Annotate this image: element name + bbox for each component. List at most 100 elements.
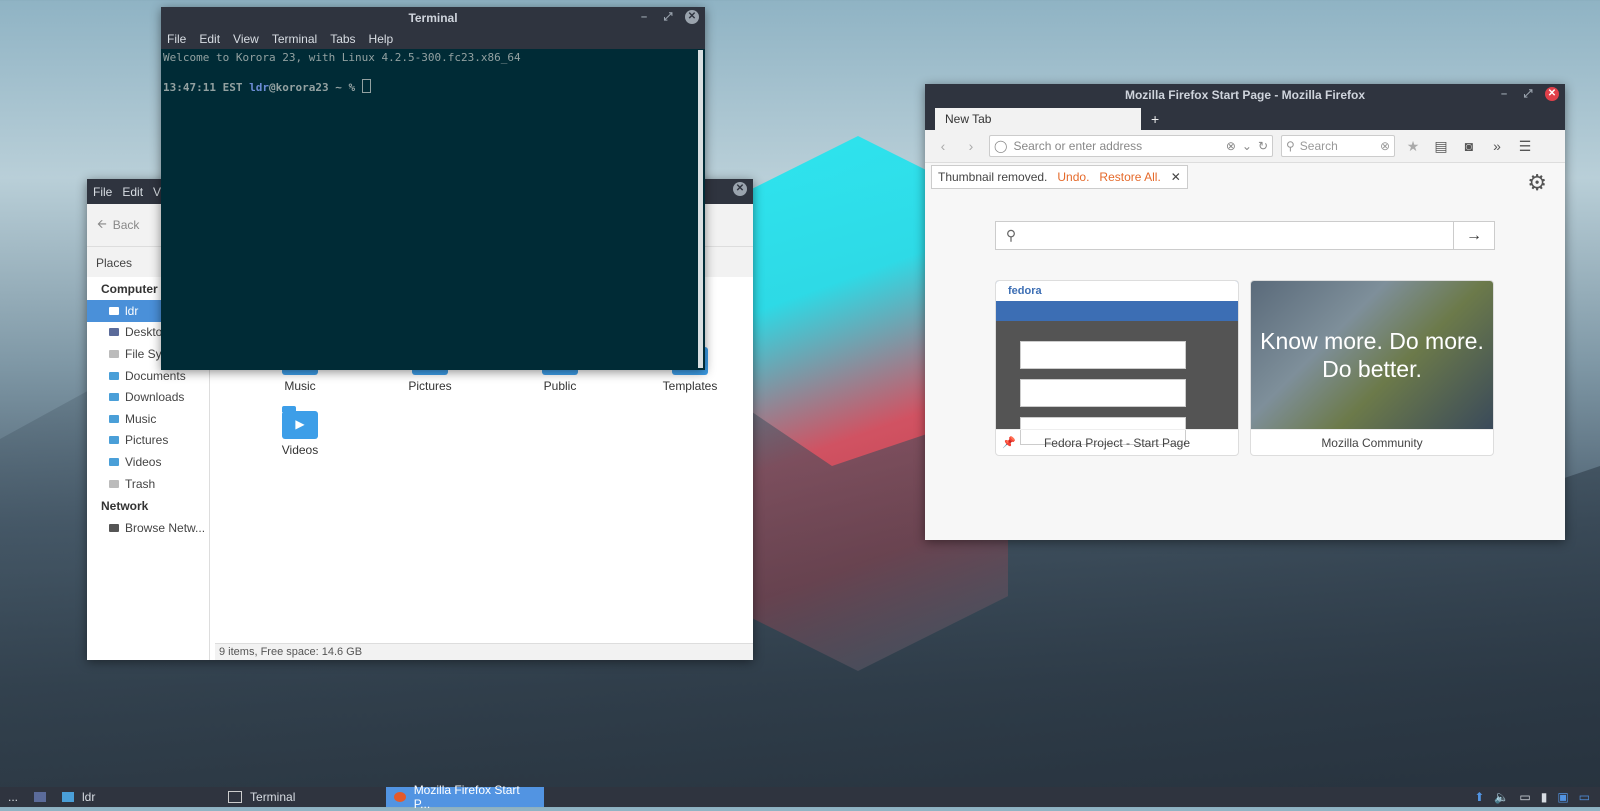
term-menu-view[interactable]: View bbox=[233, 32, 259, 46]
tile-title: Mozilla Community bbox=[1251, 429, 1493, 455]
workspace-2-icon[interactable]: ▭ bbox=[1579, 790, 1590, 804]
search-bar[interactable]: ⚲ Search ⊗ bbox=[1281, 135, 1395, 157]
settings-gear-icon[interactable]: ⚙ bbox=[1527, 170, 1547, 196]
term-menu-help[interactable]: Help bbox=[369, 32, 394, 46]
sidebar-item-downloads[interactable]: Downloads bbox=[87, 386, 209, 408]
terminal-window: Terminal – ⤢ ✕ File Edit View Terminal T… bbox=[161, 7, 705, 370]
system-tray: ⬆ 🔈 ▭ ▮ ▣ ▭ bbox=[1474, 790, 1600, 804]
search-icon: ⚲ bbox=[1286, 139, 1295, 153]
term-menu-terminal[interactable]: Terminal bbox=[272, 32, 317, 46]
dismiss-notice-icon[interactable]: ✕ bbox=[1171, 170, 1181, 184]
fedora-thumbnail: fedora bbox=[996, 281, 1238, 445]
pin-icon[interactable]: 📌 bbox=[1002, 430, 1016, 455]
url-bar[interactable]: ◯ Search or enter address ⊗ ⌄ ↻ bbox=[989, 135, 1273, 157]
tab-new-tab[interactable]: New Tab bbox=[935, 108, 1141, 130]
tile-fedora[interactable]: fedora 📌 Fedora Project - Start Page bbox=[995, 280, 1239, 456]
folder-icon bbox=[109, 414, 119, 423]
clipboard-icon[interactable]: ▮ bbox=[1541, 790, 1548, 804]
sidebar-item-music[interactable]: Music bbox=[87, 408, 209, 430]
thumbnail-removed-notice: Thumbnail removed. Undo. Restore All. ✕ bbox=[931, 165, 1188, 189]
reload-icon[interactable]: ↻ bbox=[1258, 139, 1268, 153]
task-ldr[interactable]: ldr bbox=[54, 787, 220, 807]
display-icon[interactable]: ▭ bbox=[1519, 790, 1530, 804]
pocket-icon[interactable]: ◙ bbox=[1459, 138, 1479, 154]
fm-menu-file[interactable]: File bbox=[93, 185, 112, 199]
fedora-logo: fedora bbox=[996, 281, 1238, 301]
hamburger-menu-icon[interactable]: ☰ bbox=[1515, 138, 1535, 155]
sidebar-item-trash[interactable]: Trash bbox=[87, 473, 209, 495]
clear-url-icon[interactable]: ⊗ bbox=[1226, 139, 1236, 153]
minimize-icon[interactable]: – bbox=[637, 10, 651, 24]
maximize-icon[interactable]: ⤢ bbox=[1521, 87, 1535, 101]
back-button[interactable]: 🡨 Back bbox=[97, 215, 139, 236]
restore-all-link[interactable]: Restore All. bbox=[1099, 170, 1160, 184]
terminal-body[interactable]: Welcome to Korora 23, with Linux 4.2.5-3… bbox=[161, 49, 705, 97]
thumbnail-overlay-text: Know more. Do more. Do better. bbox=[1260, 328, 1484, 382]
show-desktop-button[interactable] bbox=[26, 787, 54, 807]
drive-icon bbox=[109, 349, 119, 358]
maximize-icon[interactable]: ⤢ bbox=[661, 10, 675, 24]
app-menu-button[interactable]: ... bbox=[0, 787, 26, 807]
url-dropdown-chevron-icon[interactable]: ⌄ bbox=[1242, 139, 1252, 153]
forward-arrow-icon[interactable]: › bbox=[961, 138, 981, 154]
bookmark-star-icon[interactable]: ★ bbox=[1403, 138, 1423, 155]
term-menu-file[interactable]: File bbox=[167, 32, 186, 46]
back-arrow-icon: 🡨 bbox=[97, 216, 107, 231]
firefox-tabbar: New Tab + bbox=[925, 106, 1565, 130]
places-label: Places bbox=[96, 255, 133, 270]
term-menu-edit[interactable]: Edit bbox=[199, 32, 220, 46]
minimize-icon[interactable]: – bbox=[1497, 87, 1511, 101]
mozilla-community-thumbnail: Know more. Do more. Do better. bbox=[1251, 281, 1493, 429]
folder-icon bbox=[109, 393, 119, 402]
firefox-icon bbox=[394, 792, 406, 802]
tile-title: 📌 Fedora Project - Start Page bbox=[996, 429, 1238, 455]
term-menu-tabs[interactable]: Tabs bbox=[330, 32, 355, 46]
videos-folder-icon: ▶ bbox=[282, 406, 318, 439]
desktop-icon bbox=[34, 792, 47, 802]
newtab-search-box[interactable]: ⚲ → bbox=[995, 221, 1495, 250]
fm-menu-edit[interactable]: Edit bbox=[122, 185, 143, 199]
tile-mozilla-community[interactable]: Know more. Do more. Do better. Mozilla C… bbox=[1250, 280, 1494, 456]
firefox-window: Mozilla Firefox Start Page - Mozilla Fir… bbox=[925, 84, 1565, 540]
task-firefox[interactable]: Mozilla Firefox Start P... bbox=[386, 783, 545, 811]
overflow-chevron-icon[interactable]: » bbox=[1487, 138, 1507, 154]
close-icon[interactable]: ✕ bbox=[1545, 87, 1559, 101]
search-go-arrow-icon[interactable]: → bbox=[1453, 222, 1494, 249]
firefox-navbar: ‹ › ◯ Search or enter address ⊗ ⌄ ↻ ⚲ Se… bbox=[925, 130, 1565, 163]
network-icon bbox=[109, 524, 119, 533]
terminal-scrollbar[interactable] bbox=[698, 50, 703, 368]
sidebar-item-browse-network[interactable]: Browse Netw... bbox=[87, 517, 209, 539]
new-tab-plus-icon[interactable]: + bbox=[1151, 111, 1159, 130]
fm-close-icon[interactable]: ✕ bbox=[733, 182, 747, 196]
back-label: Back bbox=[112, 218, 140, 232]
library-icon[interactable]: ▤ bbox=[1431, 138, 1451, 155]
fm-menu-view[interactable]: V bbox=[153, 185, 161, 199]
terminal-icon bbox=[228, 791, 243, 803]
back-arrow-icon[interactable]: ‹ bbox=[933, 138, 953, 154]
trash-icon bbox=[109, 479, 119, 488]
sidebar-item-pictures[interactable]: Pictures bbox=[87, 430, 209, 452]
update-icon[interactable]: ⬆ bbox=[1474, 790, 1484, 804]
firefox-window-controls: – ⤢ ✕ bbox=[1497, 87, 1559, 101]
prompt-user: ldr bbox=[249, 81, 269, 94]
volume-icon[interactable]: 🔈 bbox=[1494, 790, 1509, 804]
clear-search-icon[interactable]: ⊗ bbox=[1380, 139, 1390, 153]
notice-text: Thumbnail removed. bbox=[938, 170, 1048, 184]
task-terminal[interactable]: Terminal bbox=[220, 787, 386, 807]
folder-videos[interactable]: ▶ Videos bbox=[235, 406, 365, 457]
home-folder-icon bbox=[109, 306, 119, 315]
sidebar-item-videos[interactable]: Videos bbox=[87, 451, 209, 473]
undo-link[interactable]: Undo. bbox=[1057, 170, 1089, 184]
sidebar-header-network: Network bbox=[101, 499, 149, 514]
fm-window-controls: ✕ bbox=[733, 182, 747, 196]
terminal-prompt-line: 13:47:11 EST ldr@korora23 ~ % bbox=[163, 79, 703, 95]
workspace-1-icon[interactable]: ▣ bbox=[1557, 790, 1568, 804]
desktop-icon bbox=[109, 328, 119, 337]
site-identity-icon: ◯ bbox=[994, 139, 1008, 153]
terminal-window-controls: – ⤢ ✕ bbox=[637, 10, 699, 24]
terminal-menubar: File Edit View Terminal Tabs Help bbox=[161, 29, 705, 49]
close-icon[interactable]: ✕ bbox=[685, 10, 699, 24]
firefox-titlebar: Mozilla Firefox Start Page - Mozilla Fir… bbox=[925, 84, 1565, 106]
terminal-title: Terminal bbox=[408, 11, 458, 25]
terminal-titlebar: Terminal – ⤢ ✕ bbox=[161, 7, 705, 29]
